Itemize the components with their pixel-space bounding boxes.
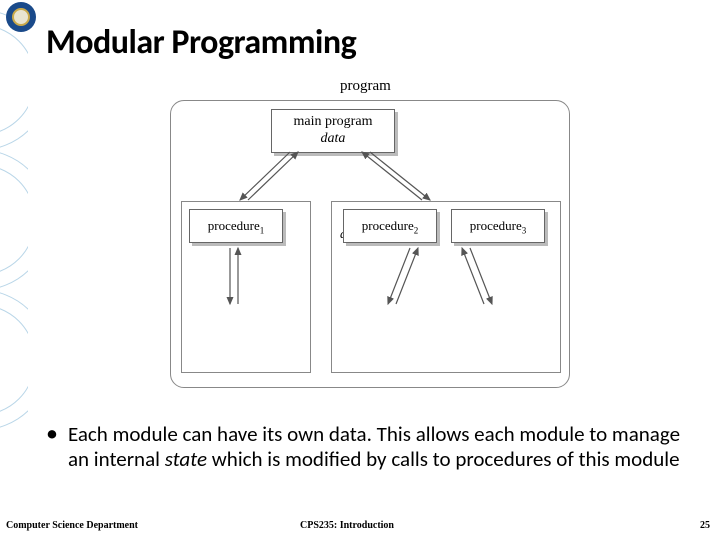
- main-box-line1: main program: [272, 114, 394, 131]
- bullet-text: Each module can have its own data. This …: [68, 422, 686, 472]
- procedure-3-box: procedure3: [451, 209, 545, 243]
- bullet-dot-icon: •: [46, 422, 58, 472]
- procedure-1-box: procedure1: [189, 209, 283, 243]
- sidebar-decoration: [0, 0, 28, 540]
- bullet-item: • Each module can have its own data. Thi…: [46, 422, 686, 472]
- slide-footer: Computer Science Department CPS235: Intr…: [0, 520, 720, 536]
- footer-page-number: 25: [700, 520, 710, 531]
- deco-rings-icon: [0, 0, 28, 540]
- logo-inner-icon: [12, 8, 30, 26]
- institution-logo: [6, 2, 36, 32]
- main-program-box: main program data: [271, 109, 395, 153]
- modular-diagram: program main program data module1 data +…: [170, 78, 570, 398]
- main-box-line2: data: [272, 131, 394, 148]
- program-label: program: [340, 78, 391, 95]
- slide-title: Modular Programming: [46, 22, 356, 63]
- program-container: main program data module1 data +data1 mo…: [170, 100, 570, 388]
- footer-left: Computer Science Department: [6, 520, 138, 531]
- procedure-2-box: procedure2: [343, 209, 437, 243]
- footer-center: CPS235: Introduction: [300, 520, 394, 531]
